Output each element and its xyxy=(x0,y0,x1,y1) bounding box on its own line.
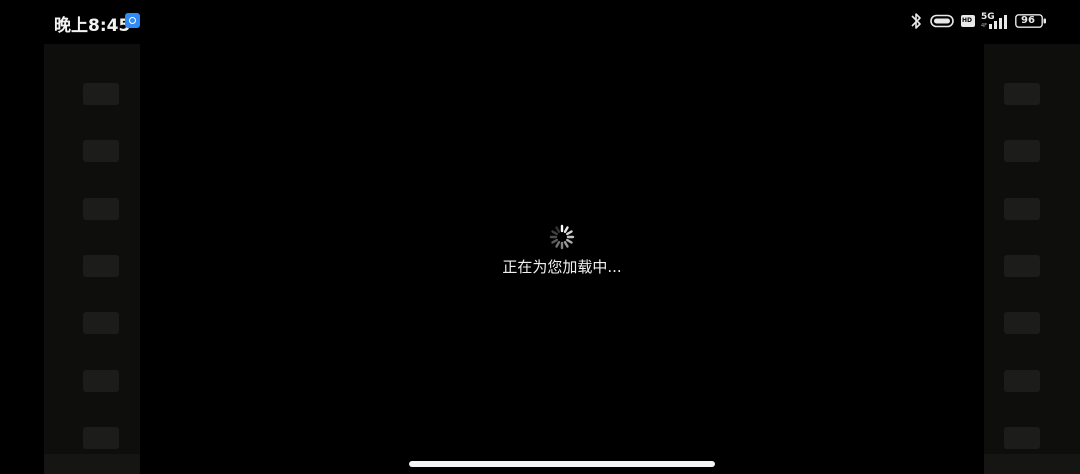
film-hole xyxy=(1004,255,1040,277)
battery-level: 96 xyxy=(1021,15,1035,26)
film-hole xyxy=(1004,198,1040,220)
film-hole xyxy=(83,427,119,449)
film-hole xyxy=(83,312,119,334)
film-hole xyxy=(1004,370,1040,392)
vr-glasses-icon xyxy=(930,14,954,28)
film-hole xyxy=(83,370,119,392)
status-icons: HD 5G 4F 96 xyxy=(910,11,1050,33)
bluetooth-icon xyxy=(911,13,921,29)
film-strip-edge xyxy=(984,454,1080,474)
film-hole xyxy=(83,140,119,162)
home-indicator-bar[interactable] xyxy=(409,461,715,467)
loading-message: 正在为您加载中... xyxy=(502,258,622,276)
film-hole xyxy=(1004,83,1040,105)
status-bar: 晚上8:45 HD 5G 4F 96 xyxy=(0,0,1080,44)
signal-strength-icon xyxy=(989,15,1007,29)
film-hole xyxy=(83,83,119,105)
hd-label: HD xyxy=(962,17,973,24)
film-strip-edge xyxy=(44,454,140,474)
network-sub-label: 4F xyxy=(981,23,988,29)
film-hole xyxy=(1004,140,1040,162)
app-notification-icon xyxy=(125,13,140,28)
film-hole xyxy=(83,255,119,277)
battery-icon: 96 xyxy=(1015,14,1047,28)
film-hole xyxy=(1004,427,1040,449)
loading-spinner-icon xyxy=(549,224,575,250)
film-strip-right xyxy=(984,44,1080,474)
status-time: 晚上8:45 xyxy=(54,16,131,36)
film-hole xyxy=(1004,312,1040,334)
film-hole xyxy=(83,198,119,220)
film-strip-left xyxy=(44,44,140,474)
